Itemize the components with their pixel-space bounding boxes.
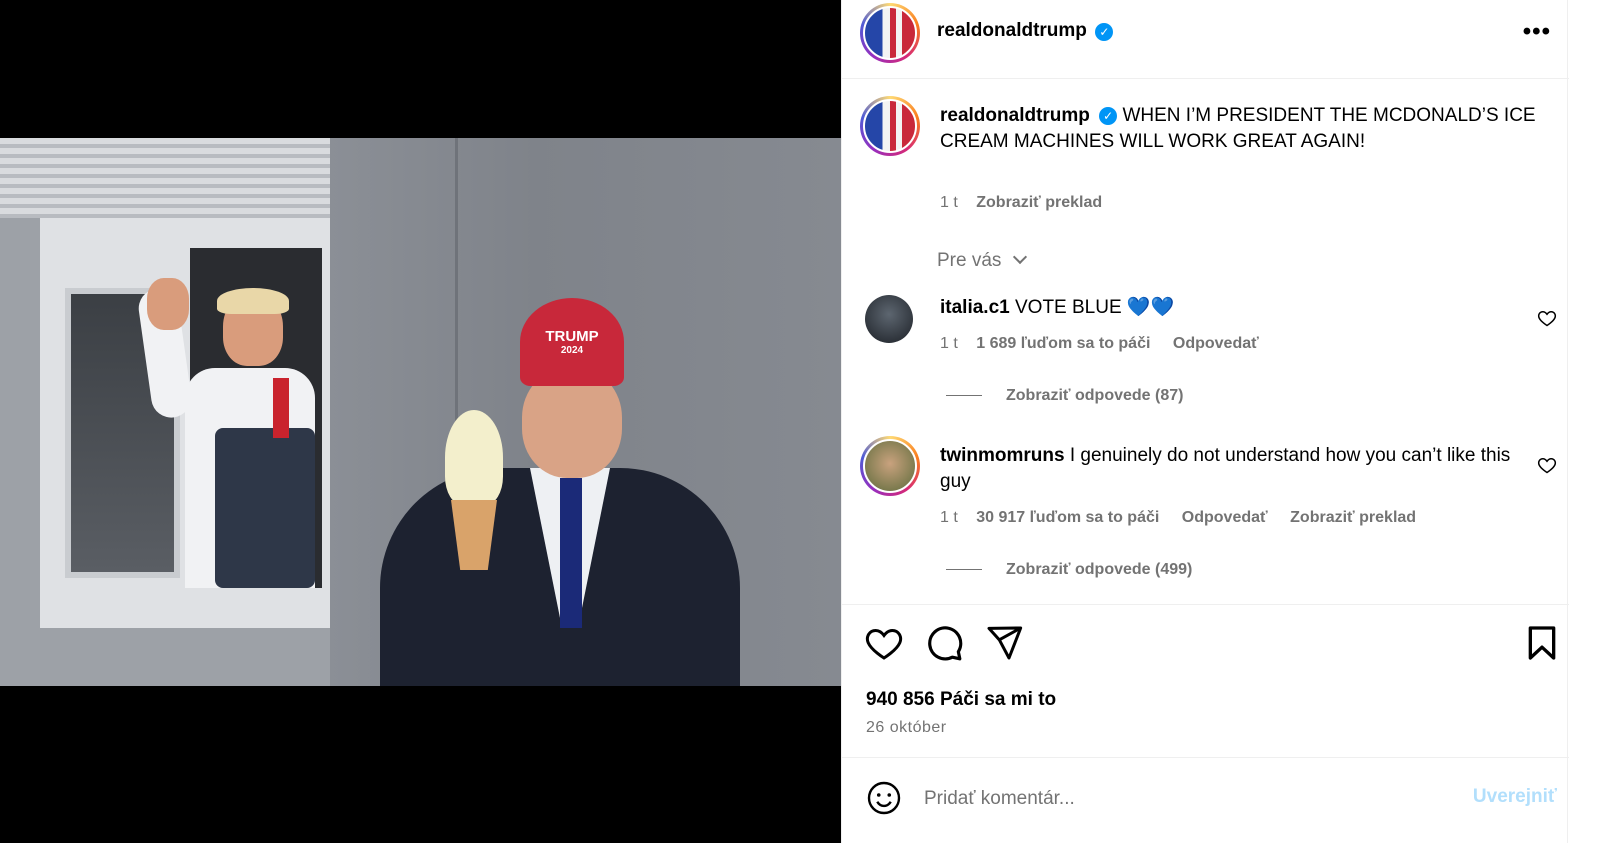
share-send-icon[interactable] (984, 623, 1024, 663)
view-replies-button[interactable]: Zobraziť odpovede (499) (946, 561, 1192, 579)
post-photo: TRUMP 2024 (0, 138, 841, 686)
bookmark-icon[interactable] (1522, 623, 1562, 663)
post-actions: 940 856 Páči sa mi to 26 október (842, 604, 1569, 757)
author-username[interactable]: realdonaldtrump (937, 20, 1087, 41)
comment-meta: 1 t 30 917 ľuďom sa to páči Odpovedať Zo… (940, 509, 1434, 527)
author-line: realdonaldtrump ✓ (937, 20, 1114, 42)
caption-translate-button[interactable]: Zobraziť preklad (976, 194, 1102, 211)
comment-bubble-icon[interactable] (924, 623, 964, 663)
replies-divider (946, 569, 982, 571)
comment-avatar[interactable] (860, 436, 920, 496)
window-vent (0, 138, 330, 218)
comment-filter-dropdown[interactable]: Pre vás (937, 249, 1027, 272)
more-options-icon[interactable]: ••• (1523, 18, 1551, 46)
reply-button[interactable]: Odpovedať (1182, 509, 1268, 526)
post-date[interactable]: 26 október (866, 719, 947, 737)
comment-likes[interactable]: 1 689 ľuďom sa to páči (976, 335, 1150, 352)
instagram-post-modal: TRUMP 2024 realdonaldtrump ✓ ••• realdon… (0, 0, 1600, 843)
post-media[interactable]: TRUMP 2024 (0, 0, 841, 843)
comment-avatar[interactable] (865, 295, 913, 343)
like-heart-icon[interactable] (864, 623, 904, 663)
heart-icon[interactable] (1537, 308, 1557, 328)
verified-badge-icon: ✓ (1095, 22, 1114, 41)
comment-username[interactable]: twinmomruns (940, 445, 1065, 466)
comment-username[interactable]: italia.c1 (940, 297, 1010, 318)
caption-username[interactable]: realdonaldtrump (940, 105, 1090, 126)
caption-meta: 1 t Zobraziť preklad (940, 194, 1120, 212)
caption: realdonaldtrump ✓ WHEN I’M PRESIDENT THE… (940, 103, 1540, 155)
verified-badge-icon: ✓ (1099, 106, 1118, 125)
comment: twinmomruns I genuinely do not understan… (940, 443, 1530, 495)
smiling-man-with-cap: TRUMP 2024 (380, 298, 740, 686)
ice-cream-cone (445, 410, 503, 570)
post-sidebar: realdonaldtrump ✓ ••• realdonaldtrump ✓ … (841, 0, 1569, 843)
view-replies-label: Zobraziť odpovede (87) (1006, 387, 1184, 404)
cap-text: TRUMP 2024 (545, 328, 599, 356)
view-replies-label: Zobraziť odpovede (499) (1006, 561, 1193, 578)
author-avatar[interactable] (860, 3, 920, 63)
post-comment-button[interactable]: Uverejniť (1473, 786, 1557, 808)
chevron-down-icon (1012, 249, 1027, 265)
comment-bar: Uverejniť (842, 757, 1569, 843)
caption-time[interactable]: 1 t (940, 194, 958, 211)
comment: italia.c1 VOTE BLUE 💙💙 (940, 295, 1520, 321)
filter-label: Pre vás (937, 250, 1002, 271)
waving-man (136, 278, 320, 588)
likes-count[interactable]: 940 856 Páči sa mi to (866, 689, 1056, 711)
comment-input[interactable] (924, 784, 1424, 814)
comment-text: VOTE BLUE 💙💙 (1015, 297, 1175, 318)
post-header: realdonaldtrump ✓ ••• (842, 0, 1569, 79)
comment-time[interactable]: 1 t (940, 335, 958, 352)
comment-likes[interactable]: 30 917 ľuďom sa to páči (976, 509, 1159, 526)
caption-avatar[interactable] (860, 96, 920, 156)
view-replies-button[interactable]: Zobraziť odpovede (87) (946, 387, 1183, 405)
comment-meta: 1 t 1 689 ľuďom sa to páči Odpovedať (940, 335, 1277, 353)
comment-translate-button[interactable]: Zobraziť preklad (1290, 509, 1416, 526)
replies-divider (946, 395, 982, 397)
comment-time[interactable]: 1 t (940, 509, 958, 526)
emoji-icon[interactable] (866, 780, 902, 816)
heart-icon[interactable] (1537, 455, 1557, 475)
reply-button[interactable]: Odpovedať (1173, 335, 1259, 352)
